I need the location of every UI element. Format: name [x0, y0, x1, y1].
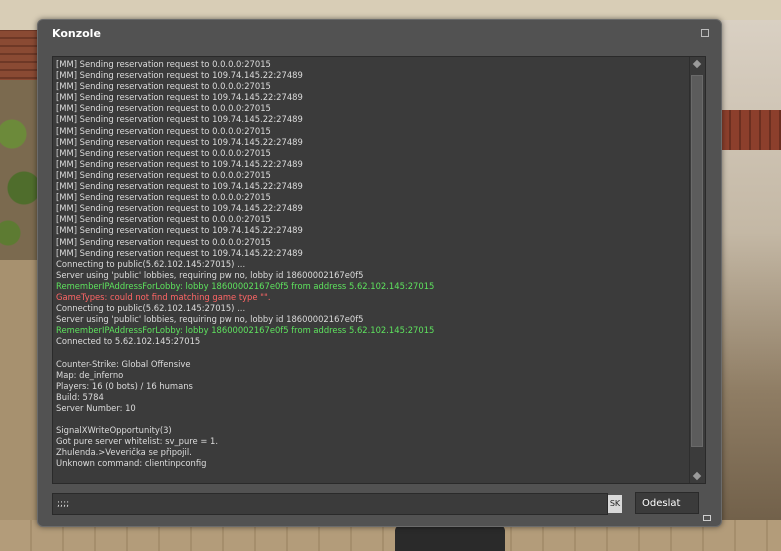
- log-line: RememberIPAddressForLobby: lobby 1860000…: [56, 280, 435, 291]
- weapon-viewmodel: [395, 525, 505, 551]
- command-input[interactable]: [52, 493, 608, 515]
- log-line: SignalXWriteOpportunity(3): [56, 425, 172, 436]
- log-line: [MM] Sending reservation request to 109.…: [56, 181, 303, 192]
- log-line: Build: 5784: [56, 391, 104, 402]
- log-line: [MM] Sending reservation request to 0.0.…: [56, 125, 271, 136]
- log-line: [MM] Sending reservation request to 109.…: [56, 247, 303, 258]
- log-line: [MM] Sending reservation request to 0.0.…: [56, 59, 271, 69]
- log-line: Map: de_inferno: [56, 369, 124, 380]
- log-line: Server using 'public' lobbies, requiring…: [56, 269, 364, 280]
- resize-icon[interactable]: [703, 515, 711, 521]
- log-line: [MM] Sending reservation request to 109.…: [56, 114, 303, 125]
- console-window: Konzole [MM] Sending reservation request…: [37, 19, 722, 527]
- log-scrollbar[interactable]: [689, 57, 705, 483]
- log-line: Connecting to public(5.62.102.145:27015)…: [56, 258, 246, 269]
- log-line: Got pure server whitelist: sv_pure = 1.: [56, 436, 219, 447]
- console-log: [MM] Sending reservation request to 0.0.…: [52, 56, 706, 484]
- log-line: [MM] Sending reservation request to 109.…: [56, 225, 303, 236]
- window-title: Konzole: [52, 27, 101, 40]
- log-line: Counter-Strike: Global Offensive: [56, 358, 191, 369]
- console-titlebar[interactable]: Konzole: [38, 20, 721, 46]
- log-line: [MM] Sending reservation request to 109.…: [56, 136, 303, 147]
- log-line: [MM] Sending reservation request to 0.0.…: [56, 236, 271, 247]
- scroll-down-icon[interactable]: [692, 471, 702, 481]
- log-line: [MM] Sending reservation request to 0.0.…: [56, 147, 271, 158]
- background-wall-right: [721, 20, 781, 551]
- log-line: Unknown command: clientinpconfig: [56, 458, 207, 469]
- log-line: [MM] Sending reservation request to 0.0.…: [56, 169, 271, 180]
- keyboard-language-badge: SK: [608, 495, 622, 513]
- background-roof-left: [0, 30, 40, 85]
- scroll-thumb[interactable]: [691, 75, 703, 447]
- scroll-up-icon[interactable]: [692, 59, 702, 69]
- log-line: [MM] Sending reservation request to 109.…: [56, 158, 303, 169]
- log-line: [MM] Sending reservation request to 109.…: [56, 203, 303, 214]
- log-line: GameTypes: could not find matching game …: [56, 291, 271, 302]
- log-line: [MM] Sending reservation request to 0.0.…: [56, 192, 271, 203]
- log-line: Server Number: 10: [56, 402, 136, 413]
- submit-button[interactable]: Odeslat: [635, 492, 699, 514]
- log-line: [MM] Sending reservation request to 0.0.…: [56, 214, 271, 225]
- log-lines: [MM] Sending reservation request to 0.0.…: [56, 59, 686, 469]
- background-vines: [0, 80, 40, 260]
- log-line: Server using 'public' lobbies, requiring…: [56, 314, 364, 325]
- log-line: Zhulenda.>Veverička se připojil.: [56, 447, 192, 458]
- log-line: Players: 16 (0 bots) / 16 humans: [56, 380, 193, 391]
- log-line: Connecting to public(5.62.102.145:27015)…: [56, 303, 246, 314]
- log-line: Connected to 5.62.102.145:27015: [56, 336, 201, 347]
- background-wall-left: [0, 260, 40, 551]
- log-line: [MM] Sending reservation request to 0.0.…: [56, 103, 271, 114]
- log-line: RememberIPAddressForLobby: lobby 1860000…: [56, 325, 435, 336]
- log-line: [MM] Sending reservation request to 109.…: [56, 92, 303, 103]
- log-line: [MM] Sending reservation request to 0.0.…: [56, 81, 271, 92]
- restore-window-icon[interactable]: [701, 29, 709, 37]
- log-line: [MM] Sending reservation request to 109.…: [56, 70, 303, 81]
- background-roof-right: [721, 110, 781, 150]
